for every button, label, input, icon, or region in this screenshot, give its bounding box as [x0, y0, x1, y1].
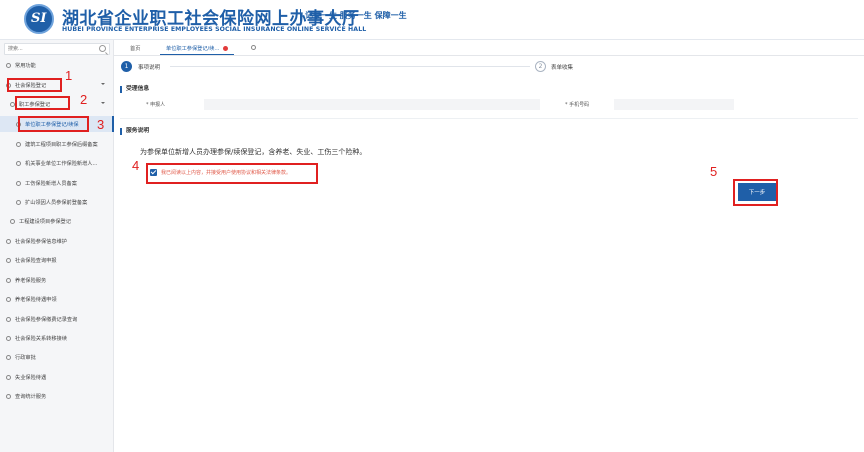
- sidebar-item-payment-record[interactable]: 社会保险参保缴费记录查询: [0, 311, 113, 327]
- gear-icon: [6, 354, 11, 360]
- gear-icon: [6, 238, 11, 244]
- gear-icon: [16, 141, 21, 147]
- applicant-field[interactable]: [204, 99, 540, 110]
- annotation-number-5: 5: [710, 164, 718, 179]
- sidebar-item-admin-approval[interactable]: 行政审批: [0, 349, 113, 365]
- close-icon[interactable]: [223, 45, 229, 51]
- slogan: 记录一生 服务一生 保障一生: [305, 11, 407, 20]
- phone-label: * 手机号码: [565, 102, 590, 108]
- gear-icon: [6, 296, 11, 302]
- gear-icon[interactable]: [251, 45, 256, 50]
- site-subtitle-en: HUBEI PROVINCE ENTERPRISE EMPLOYEES SOCI…: [62, 26, 367, 33]
- annotation-number-2: 2: [80, 92, 88, 107]
- sidebar-item-government-unit[interactable]: 机关事业单位工作保险新增人...: [0, 155, 113, 171]
- section-divider: [120, 118, 858, 119]
- step-2-indicator: 2: [535, 61, 546, 72]
- sidebar-item-construction-project[interactable]: 建筑工程项目职工参保后缀备案: [0, 136, 113, 152]
- sidebar-item-statistics[interactable]: 查询统计服务: [0, 388, 113, 404]
- gear-icon: [6, 393, 11, 399]
- chevron-down-icon: [101, 83, 105, 85]
- sidebar-item-unemployment[interactable]: 失业保险待遇: [0, 369, 113, 385]
- annotation-number-1: 1: [65, 68, 73, 83]
- step-connector: [170, 66, 530, 67]
- gear-icon: [6, 257, 11, 263]
- gear-icon: [6, 335, 11, 341]
- phone-field[interactable]: [614, 99, 734, 110]
- service-section-title: 服务说明: [120, 128, 149, 135]
- search-input[interactable]: [5, 44, 93, 54]
- search-icon[interactable]: [99, 45, 106, 52]
- gear-icon: [16, 180, 21, 186]
- annotation-box-1: [7, 78, 62, 92]
- tab-home[interactable]: 首页: [124, 42, 146, 55]
- header-divider: [300, 9, 301, 21]
- annotation-number-3: 3: [97, 117, 105, 132]
- annotation-box-3: [18, 116, 89, 132]
- sidebar-item-common[interactable]: 常用功能: [0, 57, 113, 73]
- annotation-box-5: [733, 179, 778, 206]
- gear-icon: [6, 62, 11, 68]
- sidebar-item-pension-claim[interactable]: 养老保险待遇申领: [0, 291, 113, 307]
- tab-bar: 首页 单位职工参保登记/续...: [114, 40, 864, 56]
- gear-icon: [10, 218, 15, 224]
- applicant-label: * 申报人: [146, 102, 166, 108]
- gear-icon: [16, 160, 21, 166]
- logo-icon: SI: [24, 4, 54, 34]
- gear-icon: [16, 199, 21, 205]
- annotation-box-2: [15, 96, 70, 110]
- sidebar-item-transfer[interactable]: 社会保险关系转移接续: [0, 330, 113, 346]
- annotation-box-4: [146, 163, 318, 184]
- applicant-section-title: 受理信息: [120, 86, 149, 93]
- sidebar-item-project-registration[interactable]: 工程建设项目参保登记: [0, 213, 113, 229]
- sidebar-search: [4, 43, 110, 55]
- chevron-down-icon: [101, 102, 105, 104]
- step-2-label: 表单收集: [551, 65, 574, 71]
- sidebar-item-mining[interactable]: 扩山领因人员参保前登备案: [0, 194, 113, 210]
- annotation-number-4: 4: [132, 158, 140, 173]
- sidebar-item-info-maintenance[interactable]: 社会保险参保信息维护: [0, 233, 113, 249]
- sidebar-item-pension-service[interactable]: 养老保险服务: [0, 272, 113, 288]
- gear-icon: [6, 316, 11, 322]
- service-description: 为参保单位新增人员办理参保/续保登记，含养老、失业、工伤三个险种。: [140, 148, 367, 156]
- sidebar-item-injury-insurance[interactable]: 工伤保险新增人员备案: [0, 175, 113, 191]
- sidebar-item-query-declare[interactable]: 社会保险查询申报: [0, 252, 113, 268]
- app-header: SI 湖北省企业职工社会保险网上办事大厅 HUBEI PROVINCE ENTE…: [0, 0, 864, 40]
- step-1-indicator: 1: [121, 61, 132, 72]
- gear-icon: [6, 277, 11, 283]
- step-1-label: 事项说明: [138, 65, 161, 71]
- gear-icon: [6, 374, 11, 380]
- tab-unit-employee-registration[interactable]: 单位职工参保登记/续...: [160, 42, 235, 55]
